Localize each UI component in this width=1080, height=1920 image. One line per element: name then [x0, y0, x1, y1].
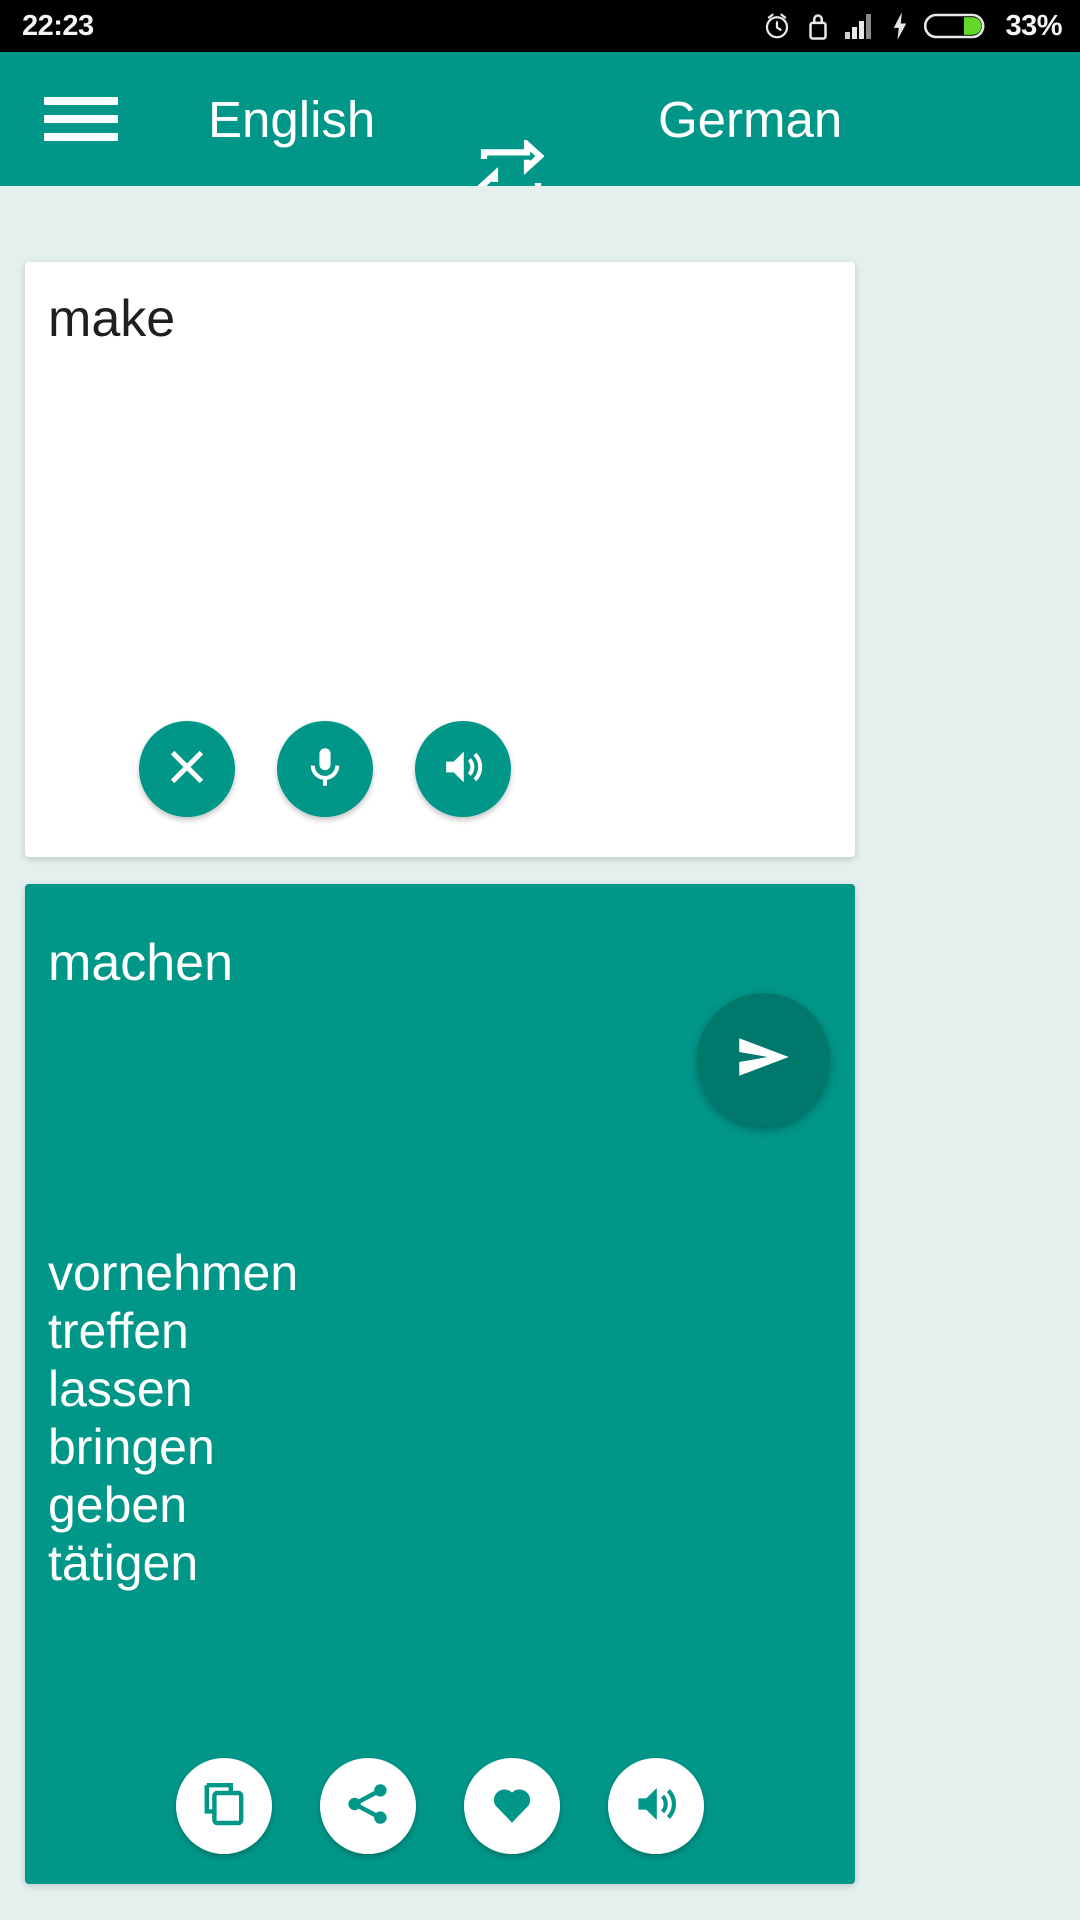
target-language-label[interactable]: German — [658, 90, 842, 149]
speaker-icon — [632, 1780, 680, 1833]
speak-source-button[interactable] — [415, 721, 511, 817]
source-language-label[interactable]: English — [208, 90, 375, 149]
hamburger-menu-icon[interactable] — [44, 90, 118, 148]
battery-percent: 33% — [1005, 9, 1062, 42]
speak-result-button[interactable] — [608, 1758, 704, 1854]
battery-icon — [924, 11, 988, 41]
list-item[interactable]: bringen — [48, 1418, 298, 1476]
app-bar: English German — [0, 52, 1080, 205]
send-button[interactable] — [697, 993, 830, 1126]
close-x-icon — [164, 744, 210, 795]
share-button[interactable] — [320, 1758, 416, 1854]
main-content: make machen vornehmen treffen lassen bri… — [0, 186, 1080, 1920]
share-icon — [344, 1780, 392, 1833]
source-text-input[interactable]: make — [48, 288, 175, 350]
alternative-translations-list: vornehmen treffen lassen bringen geben t… — [48, 1244, 298, 1592]
list-item[interactable]: treffen — [48, 1302, 298, 1360]
charging-bolt-icon — [890, 11, 910, 41]
send-icon — [731, 1024, 797, 1095]
primary-translation: machen — [48, 934, 233, 992]
list-item[interactable]: tätigen — [48, 1534, 298, 1592]
copy-icon — [200, 1780, 248, 1833]
status-time: 22:23 — [22, 9, 94, 42]
lock-icon — [806, 11, 830, 41]
signal-icon — [844, 12, 876, 40]
microphone-icon — [302, 744, 348, 795]
alarm-icon — [762, 11, 792, 41]
copy-button[interactable] — [176, 1758, 272, 1854]
favorite-button[interactable] — [464, 1758, 560, 1854]
speaker-icon — [440, 744, 486, 795]
clear-button[interactable] — [139, 721, 235, 817]
list-item[interactable]: geben — [48, 1476, 298, 1534]
status-bar: 22:23 33% — [0, 0, 1080, 52]
source-action-row — [25, 721, 855, 817]
source-text-card[interactable]: make — [25, 262, 855, 857]
microphone-button[interactable] — [277, 721, 373, 817]
list-item[interactable]: vornehmen — [48, 1244, 298, 1302]
heart-icon — [488, 1780, 536, 1833]
list-item[interactable]: lassen — [48, 1360, 298, 1418]
status-icons: 33% — [762, 10, 1062, 43]
result-action-row — [25, 1758, 855, 1854]
